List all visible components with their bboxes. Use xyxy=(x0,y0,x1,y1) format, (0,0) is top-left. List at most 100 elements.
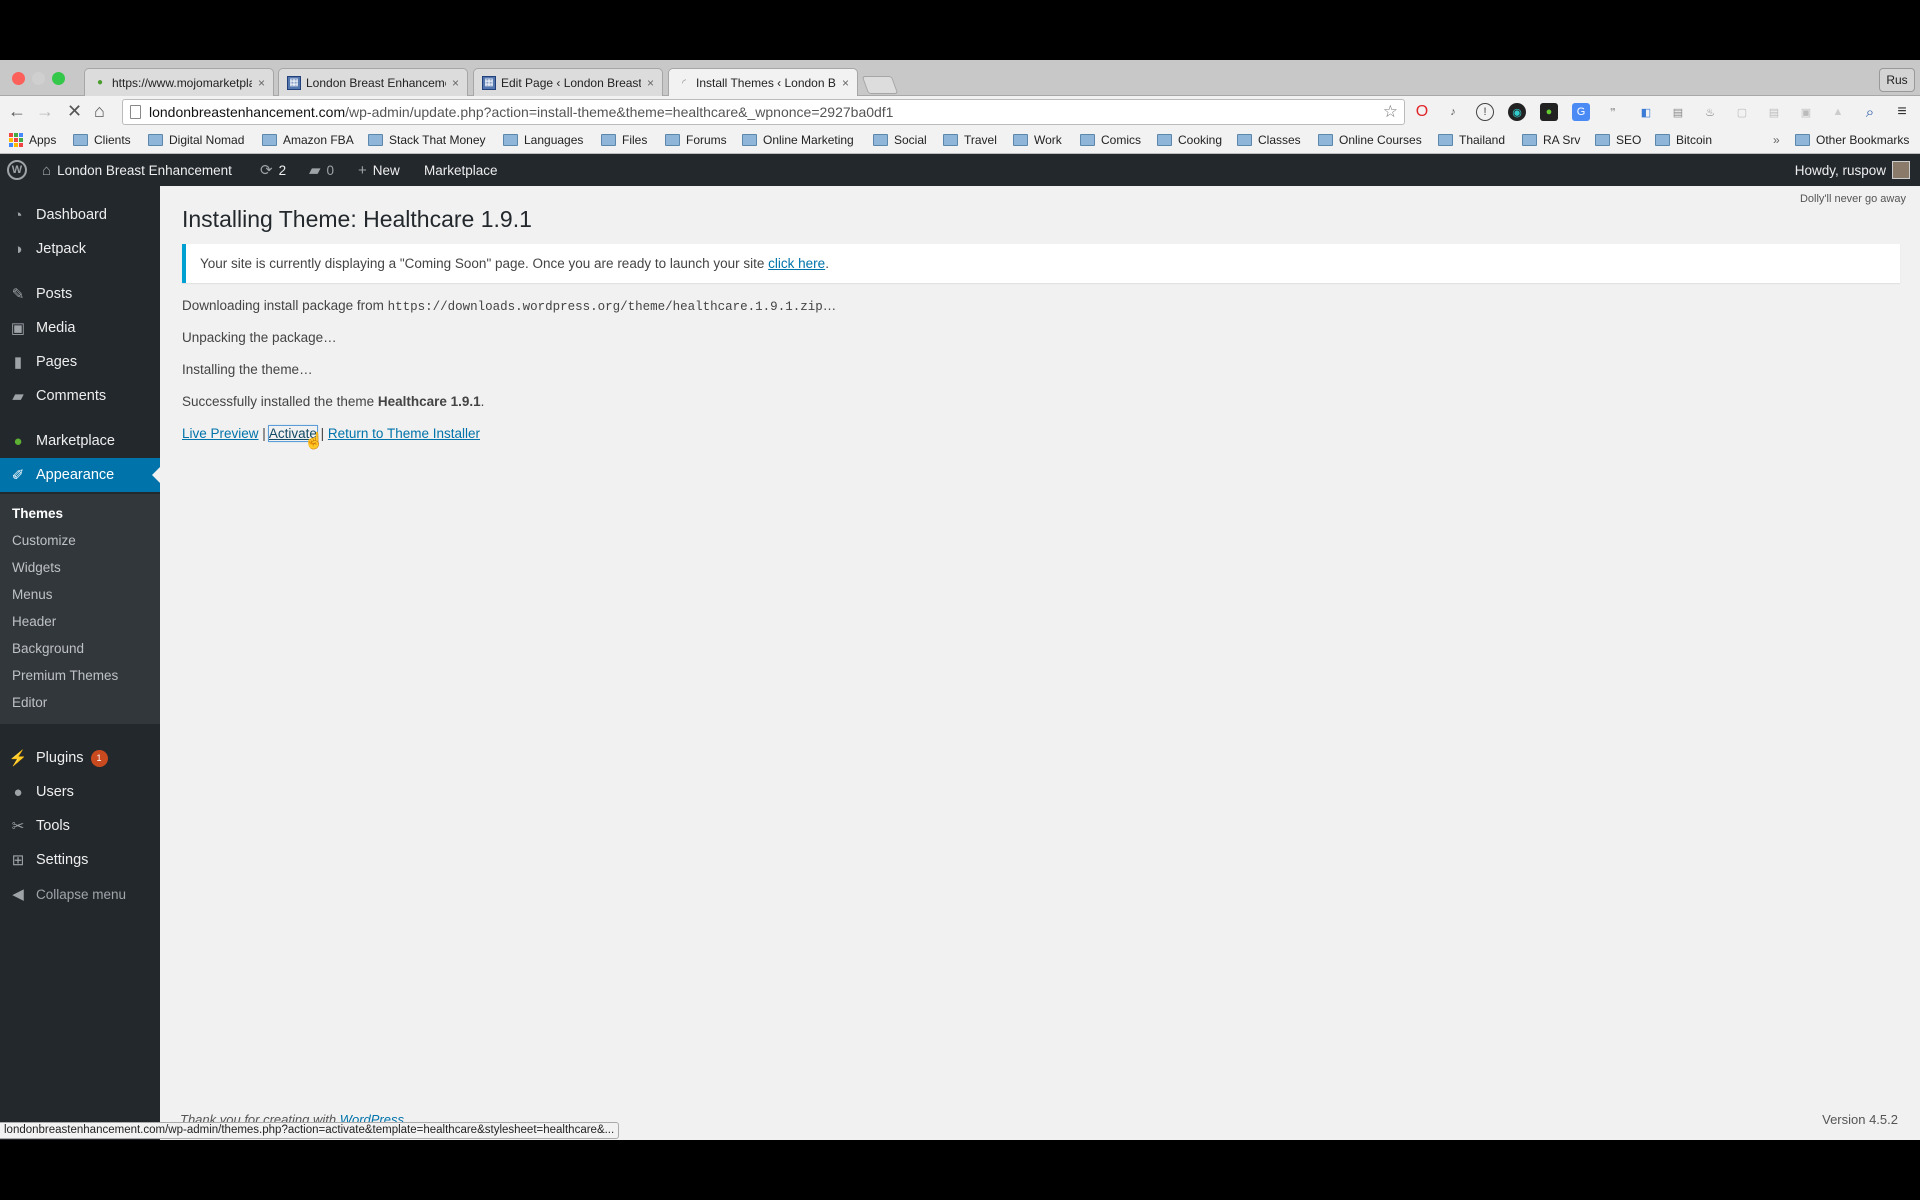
password-extension-icon[interactable]: ! xyxy=(1476,103,1494,121)
bookmark-folder[interactable]: Files xyxy=(601,133,647,147)
bookmark-folder[interactable]: Languages xyxy=(503,133,583,147)
collapse-menu-button[interactable]: ◀ Collapse menu xyxy=(0,877,160,911)
bookmark-folder[interactable]: Work xyxy=(1013,133,1062,147)
bookmark-folder[interactable]: Digital Nomad xyxy=(148,133,244,147)
new-tab-button[interactable] xyxy=(861,76,899,94)
forward-icon[interactable]: → xyxy=(36,101,54,122)
marketplace-link[interactable]: Marketplace xyxy=(424,154,498,186)
bookmark-folder[interactable]: RA Srv xyxy=(1522,133,1580,147)
new-content-link[interactable]: + New xyxy=(358,154,400,186)
bookmark-folder[interactable]: Clients xyxy=(73,133,131,147)
bookmark-folder[interactable]: Comics xyxy=(1080,133,1141,147)
account-menu[interactable]: Howdy, ruspow xyxy=(1795,154,1910,186)
submenu-premium-themes[interactable]: Premium Themes xyxy=(12,668,118,683)
browser-tab[interactable]: ▦ Edit Page ‹ London Breast E × xyxy=(473,68,663,96)
css-extension-icon[interactable]: ▣ xyxy=(1797,103,1815,121)
site-name-link[interactable]: ⌂ London Breast Enhancement xyxy=(42,154,232,186)
pin-icon: ✎ xyxy=(11,286,25,303)
pages-icon: ▮ xyxy=(13,354,23,371)
stop-icon[interactable]: ✕ xyxy=(67,101,82,122)
close-tab-icon[interactable]: × xyxy=(258,76,265,90)
screenshot-extension-icon[interactable]: ◧ xyxy=(1637,103,1655,121)
submenu-header[interactable]: Header xyxy=(12,614,56,629)
zoom-window-button[interactable] xyxy=(52,72,65,85)
bookmark-folder[interactable]: Online Marketing xyxy=(742,133,854,147)
browser-tab-active[interactable]: ◜ Install Themes ‹ London Br × xyxy=(668,68,858,97)
screen-bottom-band xyxy=(0,1140,1920,1200)
sidebar-item-users[interactable]: ● Users xyxy=(0,775,160,809)
green-extension-icon[interactable]: ● xyxy=(1540,103,1558,121)
bookmark-star-icon[interactable]: ☆ xyxy=(1383,102,1398,122)
bookmark-folder[interactable]: Classes xyxy=(1237,133,1301,147)
bookmark-folder[interactable]: Social xyxy=(873,133,927,147)
folder-icon xyxy=(73,134,88,146)
sidebar-item-jetpack[interactable]: ◑ Jetpack xyxy=(0,232,160,266)
bookmark-folder[interactable]: Cooking xyxy=(1157,133,1222,147)
avatar xyxy=(1892,161,1910,179)
sidebar-item-dashboard[interactable]: ◔ Dashboard xyxy=(0,198,160,232)
updates-link[interactable]: ⟳ 2 xyxy=(260,154,286,186)
address-bar[interactable]: londonbreastenhancement.com/wp-admin/upd… xyxy=(122,99,1405,125)
bookmark-folder[interactable]: Amazon FBA xyxy=(262,133,354,147)
bookmark-folder[interactable]: Travel xyxy=(943,133,997,147)
theme-actions: Live Preview | Activate | Return to Them… xyxy=(182,425,480,442)
browser-tab[interactable]: ● https://www.mojomarketpla × xyxy=(84,68,274,96)
browser-tab[interactable]: ▦ London Breast Enhancemen × xyxy=(278,68,468,96)
bookmark-folder[interactable]: Bitcoin xyxy=(1655,133,1712,147)
sidebar-item-appearance[interactable]: ✐ Appearance xyxy=(0,458,160,492)
sidebar-item-plugins[interactable]: ⚡ Plugins 1 xyxy=(0,741,160,775)
quote-extension-icon[interactable]: ❞ xyxy=(1604,103,1622,121)
submenu-background[interactable]: Background xyxy=(12,641,84,656)
sidebar-item-marketplace[interactable]: ● Marketplace xyxy=(0,424,160,458)
sidebar-item-pages[interactable]: ▮ Pages xyxy=(0,345,160,379)
bookmark-folder[interactable]: Online Courses xyxy=(1318,133,1422,147)
sidebar-item-media[interactable]: ▣ Media xyxy=(0,311,160,345)
close-tab-icon[interactable]: × xyxy=(452,76,459,90)
drive-extension-icon[interactable]: ▲ xyxy=(1829,103,1847,121)
return-to-theme-installer-link[interactable]: Return to Theme Installer xyxy=(328,426,480,441)
bookmark-folder[interactable]: Forums xyxy=(665,133,727,147)
fire-extension-icon[interactable]: ♨ xyxy=(1701,103,1719,121)
close-tab-icon[interactable]: × xyxy=(842,76,849,90)
live-preview-link[interactable]: Live Preview xyxy=(182,426,259,441)
bookmark-folder[interactable]: SEO xyxy=(1595,133,1641,147)
close-window-button[interactable] xyxy=(12,72,25,85)
color-picker-extension-icon[interactable]: ◉ xyxy=(1508,103,1526,121)
bookmark-folder[interactable]: Thailand xyxy=(1438,133,1505,147)
submenu-editor[interactable]: Editor xyxy=(12,695,47,710)
page-icon xyxy=(130,105,141,119)
search-extension-icon[interactable]: ⌕ xyxy=(1861,103,1879,121)
opera-extension-icon[interactable]: O xyxy=(1413,103,1431,121)
profile-button[interactable]: Rus xyxy=(1879,68,1915,92)
sidebar-item-settings[interactable]: ⊞ Settings xyxy=(0,843,160,877)
submenu-customize[interactable]: Customize xyxy=(12,533,76,548)
back-icon[interactable]: ← xyxy=(8,101,26,122)
css-selector-extension-icon[interactable]: ▤ xyxy=(1669,103,1687,121)
home-icon[interactable]: ⌂ xyxy=(94,101,105,122)
sidebar-item-posts[interactable]: ✎ Posts xyxy=(0,277,160,311)
bookmark-apps[interactable]: Apps xyxy=(9,133,56,147)
extension-icon[interactable]: ♪ xyxy=(1444,103,1462,121)
browser-tab-strip: ● https://www.mojomarketpla × ▦ London B… xyxy=(0,60,1920,97)
close-tab-icon[interactable]: × xyxy=(647,76,654,90)
folder-icon xyxy=(943,134,958,146)
translate-extension-icon[interactable]: G xyxy=(1572,103,1590,121)
submenu-widgets[interactable]: Widgets xyxy=(12,560,61,575)
success-status: Successfully installed the theme Healthc… xyxy=(182,394,485,409)
wordpress-logo-icon[interactable]: W xyxy=(7,154,27,186)
brush-icon: ✐ xyxy=(11,467,25,484)
other-bookmarks[interactable]: Other Bookmarks xyxy=(1795,133,1909,147)
sidebar-item-comments[interactable]: ▰ Comments xyxy=(0,379,160,413)
bookmarks-overflow-button[interactable]: » xyxy=(1773,133,1780,147)
submenu-themes[interactable]: Themes xyxy=(12,506,63,521)
bookmark-folder[interactable]: Stack That Money xyxy=(368,133,486,147)
launch-site-link[interactable]: click here xyxy=(768,256,825,271)
folder-icon xyxy=(1522,134,1537,146)
menu-icon[interactable]: ≡ xyxy=(1893,103,1911,121)
grey-extension-icon[interactable]: ▤ xyxy=(1765,103,1783,121)
comments-link[interactable]: ▰ 0 xyxy=(309,154,334,186)
sidebar-item-tools[interactable]: ✂ Tools xyxy=(0,809,160,843)
minimize-window-button[interactable] xyxy=(32,72,45,85)
submenu-menus[interactable]: Menus xyxy=(12,587,53,602)
grey-extension-icon[interactable]: ▢ xyxy=(1733,103,1751,121)
